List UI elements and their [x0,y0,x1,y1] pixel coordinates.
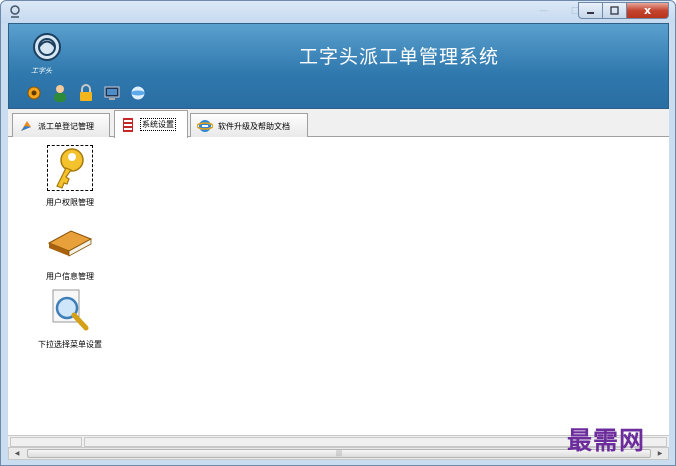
tab-label: 系统设置 [140,118,176,131]
maximize-button[interactable] [603,2,627,19]
tab-system-settings[interactable]: 系统设置 [114,110,188,138]
tab-content-panel: 用户权限管理 用户信息管理 下拉选择菜单设置 [8,137,669,435]
toolbar-lock-button[interactable] [77,84,95,102]
launcher-icon-frame[interactable] [47,287,93,333]
launcher-label: 下拉选择菜单设置 [38,340,102,349]
toolbar-settings-button[interactable] [25,84,43,102]
launcher-user-permissions[interactable]: 用户权限管理 [28,145,112,208]
toolbar-globe-button[interactable] [129,84,147,102]
close-icon: x [643,4,652,17]
book-icon [47,230,93,257]
monitor-icon [104,86,120,100]
scroll-left-arrow-icon[interactable]: ◀ [10,448,24,459]
watermark: 最需网 [567,426,646,455]
launcher-user-info[interactable]: 用户信息管理 [28,219,112,282]
scroll-right-arrow-icon[interactable]: ▶ [653,448,667,459]
minimize-icon [587,12,594,14]
tab-label: 软件升级及帮助文档 [218,121,290,131]
launcher-icon-frame[interactable] [47,219,93,265]
tab-upgrade-help[interactable]: 软件升级及帮助文档 [190,113,308,138]
title-bar[interactable]: — □ x [1,1,675,23]
tab-strip: 派工单登记管理 系统设置 软件升级及帮助文档 [8,109,669,138]
toolbar-monitor-button[interactable] [103,84,121,102]
key-icon [56,148,84,189]
app-title: 工字头派工单管理系统 [299,46,500,68]
launcher-dropdown-settings[interactable]: 下拉选择菜单设置 [28,287,112,350]
toolbar-user-button[interactable] [51,84,69,102]
user-icon [54,85,66,102]
ie-icon [197,120,213,132]
magnifier-icon [52,289,89,331]
app-icon [10,5,20,18]
close-button[interactable]: x [627,2,669,19]
main-window: — □ x 工字头 工字头派工单管理系统 派工单登记管理 系统设置 软件升级及帮… [0,0,676,466]
lock-icon [80,84,92,101]
arrow-icon [21,121,31,131]
logo-text: 工字头 [31,67,52,75]
status-panel [10,437,82,447]
toolbar [25,84,147,102]
minimize-button[interactable] [578,2,603,19]
tab-dispatch-registration[interactable]: 派工单登记管理 [12,113,110,138]
globe-icon [130,85,146,101]
launcher-icon-frame[interactable] [47,145,93,191]
scroll-thumb[interactable]: ||| [27,449,651,458]
tab-label: 派工单登记管理 [38,121,94,131]
maximize-icon [610,6,619,15]
launcher-label: 用户信息管理 [46,272,94,281]
launcher-label: 用户权限管理 [46,197,94,208]
gear-icon [27,86,41,100]
film-icon [123,117,133,132]
header-banner: 工字头 工字头派工单管理系统 [8,23,669,109]
